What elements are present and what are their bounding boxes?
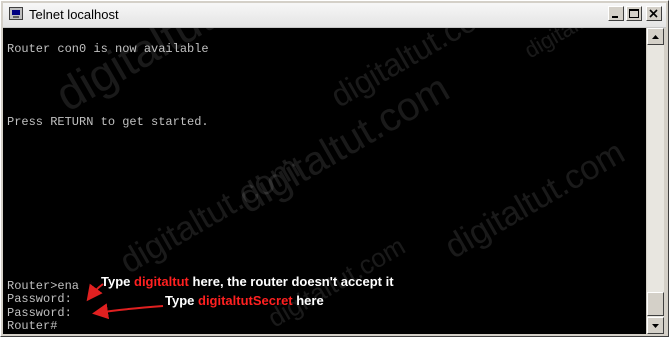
telnet-app-icon[interactable]: [9, 7, 23, 20]
annotation-label: Type digitaltut here, the router doesn't…: [101, 274, 394, 289]
vertical-scrollbar[interactable]: [647, 28, 664, 334]
window-controls: [608, 6, 662, 21]
telnet-window: Telnet localhost digitaltut.com digitalt…: [0, 0, 669, 337]
watermark-text: digitaltut.com: [324, 28, 506, 115]
watermark-text: digitaltut.com: [438, 133, 631, 267]
scroll-down-button[interactable]: [647, 317, 664, 334]
maximize-button[interactable]: [626, 6, 642, 21]
close-icon: [649, 9, 658, 18]
annotation-arrow: [92, 303, 164, 320]
annotation-prefix: Type: [101, 274, 134, 289]
terminal-line: Press RETURN to get started.: [7, 115, 209, 129]
watermark-text: digitaltut.com: [520, 28, 645, 64]
title-bar[interactable]: Telnet localhost: [3, 3, 666, 28]
close-button[interactable]: [646, 6, 662, 21]
terminal-line: Router con0 is now available: [7, 42, 209, 56]
scroll-up-arrow-icon: [652, 35, 659, 39]
annotation-suffix: here, the router doesn't accept it: [188, 274, 394, 289]
scroll-down-arrow-icon: [652, 324, 659, 328]
terminal-line: Password:: [7, 292, 72, 306]
annotation-prefix: Type: [165, 293, 198, 308]
annotation-highlight: digitaltutSecret: [198, 293, 293, 308]
watermark-text: digitaltut.com: [230, 66, 457, 223]
terminal-line: Router>ena: [7, 279, 80, 293]
watermark-text: digitaltut.com: [113, 148, 306, 282]
annotation-label: Type digitaltutSecret here: [165, 293, 324, 308]
terminal-console[interactable]: digitaltut.com digitaltut.com digitaltut…: [3, 28, 646, 334]
scroll-up-button[interactable]: [647, 28, 664, 45]
scroll-thumb[interactable]: [647, 292, 664, 316]
annotation-suffix: here: [292, 293, 324, 308]
terminal-line: Password:: [7, 306, 72, 320]
terminal-prompt: Router#: [7, 319, 58, 333]
minimize-icon: [612, 16, 618, 18]
maximize-icon: [629, 9, 639, 18]
window-title: Telnet localhost: [29, 7, 119, 22]
annotation-highlight: digitaltut: [134, 274, 189, 289]
minimize-button[interactable]: [608, 6, 624, 21]
